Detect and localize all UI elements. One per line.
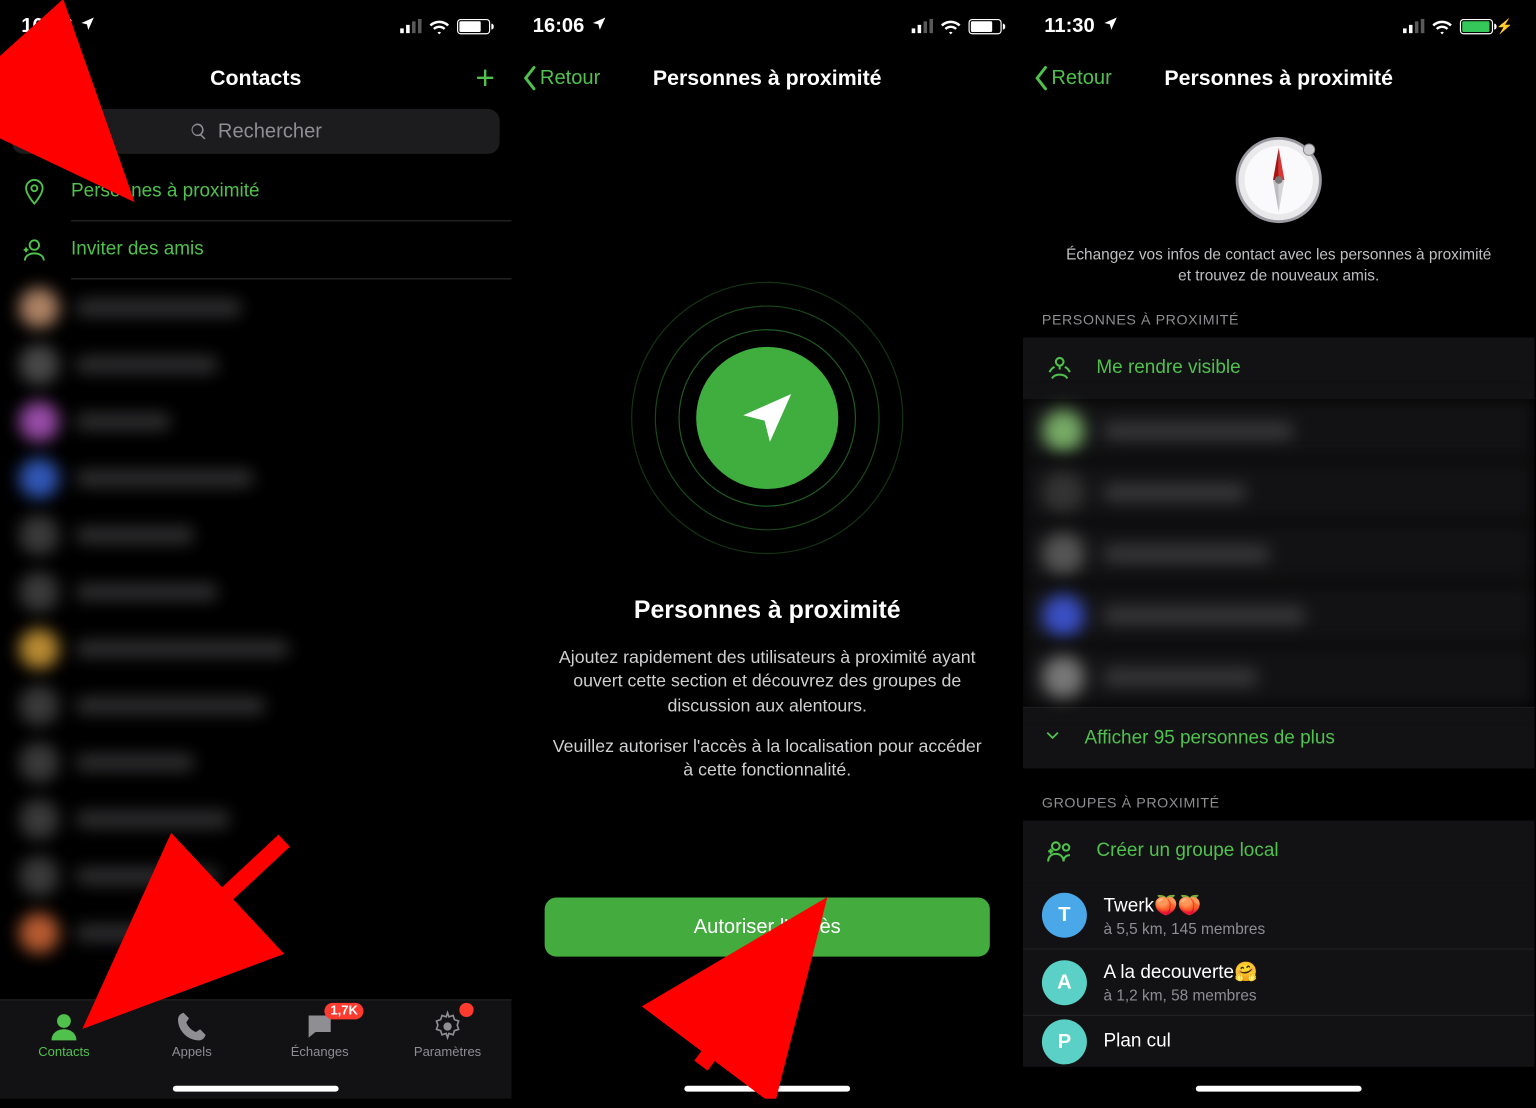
group-avatar: T [1042, 893, 1087, 938]
section-people-header: PERSONNES À PROXIMITÉ [1023, 285, 1534, 337]
people-nearby-row[interactable]: Personnes à proximité [0, 163, 511, 220]
nav-bar: Retour Personnes à proximité [511, 52, 1022, 104]
nearby-heading: Personnes à proximité [634, 597, 901, 625]
page-title: Personnes à proximité [653, 66, 882, 91]
signal-icon [1403, 19, 1424, 33]
settings-badge [459, 1003, 473, 1017]
home-indicator [1196, 1086, 1362, 1092]
group-name: Plan cul [1103, 1031, 1170, 1052]
location-pin-icon [19, 178, 50, 206]
home-indicator [173, 1086, 339, 1092]
group-name: A la decouverte🤗 [1103, 960, 1257, 984]
page-title: Personnes à proximité [1164, 66, 1393, 91]
add-contact-button[interactable]: + [476, 59, 495, 97]
contact-row[interactable] [0, 620, 511, 677]
search-placeholder: Rechercher [218, 120, 322, 144]
chevron-left-icon [1032, 65, 1049, 91]
add-group-icon [1042, 836, 1078, 867]
tab-chats[interactable]: 1,7K Échanges [256, 1000, 384, 1098]
tab-bar: Contacts Appels 1,7K Échanges Paramètres [0, 999, 511, 1098]
group-avatar: P [1042, 1019, 1087, 1064]
contact-row[interactable] [0, 564, 511, 621]
person-location-icon [1042, 353, 1078, 384]
group-sub: à 1,2 km, 58 membres [1103, 986, 1257, 1004]
charging-icon: ⚡ [1495, 18, 1513, 35]
compass-icon [1231, 133, 1326, 228]
status-bar: 11:30 ⚡ [1023, 0, 1534, 52]
signal-icon [400, 19, 421, 33]
show-more-people-row[interactable]: Afficher 95 personnes de plus [1023, 707, 1534, 769]
nearby-desc-1: Ajoutez rapidement des utilisateurs à pr… [547, 646, 987, 718]
chevron-left-icon [521, 65, 538, 91]
contact-row[interactable] [0, 450, 511, 507]
wifi-icon [1432, 18, 1453, 35]
signal-icon [912, 19, 933, 33]
status-bar: 16:06 [0, 0, 511, 52]
nav-bar: Retour Personnes à proximité [1023, 52, 1534, 104]
contact-row[interactable] [0, 905, 511, 962]
group-name: Twerk🍑🍑 [1103, 893, 1265, 917]
nearby-desc-2: Veuillez autoriser l'accès à la localisa… [547, 735, 987, 783]
location-arrow-icon [1102, 14, 1119, 38]
wifi-icon [429, 18, 450, 35]
nearby-person-row[interactable] [1023, 522, 1534, 584]
person-icon [47, 1010, 80, 1043]
contact-row[interactable] [0, 336, 511, 393]
wifi-icon [940, 18, 961, 35]
gear-icon [431, 1010, 464, 1043]
page-title: Contacts [210, 66, 301, 91]
status-time: 16:06 [21, 14, 72, 38]
contact-row[interactable] [0, 734, 511, 791]
tab-settings[interactable]: Paramètres [384, 1000, 512, 1098]
back-button[interactable]: Retour [1032, 65, 1111, 91]
nearby-intro: Échangez vos infos de contact avec les p… [1023, 244, 1534, 286]
status-bar: 16:06 [511, 0, 1022, 52]
search-icon [190, 122, 209, 141]
nearby-person-row[interactable] [1023, 645, 1534, 707]
location-arrow-icon [591, 14, 608, 38]
search-input[interactable]: Rechercher [12, 109, 500, 154]
nearby-group-row[interactable]: P Plan cul [1023, 1015, 1534, 1067]
nav-bar: Contacts + [0, 52, 511, 104]
add-user-icon [19, 236, 50, 264]
home-indicator [684, 1086, 850, 1092]
group-avatar: A [1042, 960, 1087, 1005]
screen-nearby-permission: 16:06 Retour Personnes à proximité Perso… [511, 0, 1022, 1099]
contact-row[interactable] [0, 791, 511, 848]
group-sub: à 5,5 km, 145 membres [1103, 919, 1265, 937]
battery-icon [457, 18, 490, 33]
tab-contacts[interactable]: Contacts [0, 1000, 128, 1098]
chats-badge: 1,7K [324, 1003, 363, 1020]
contact-row[interactable] [0, 677, 511, 734]
nearby-group-row[interactable]: T Twerk🍑🍑 à 5,5 km, 145 membres [1023, 882, 1534, 948]
create-local-group-row[interactable]: Créer un groupe local [1023, 821, 1534, 883]
nearby-person-row[interactable] [1023, 461, 1534, 523]
tab-calls[interactable]: Appels [128, 1000, 256, 1098]
chevron-down-icon [1042, 725, 1063, 752]
contact-row[interactable] [0, 393, 511, 450]
contact-row[interactable] [0, 279, 511, 336]
contact-row[interactable] [0, 507, 511, 564]
location-arrow-icon [80, 14, 97, 38]
allow-access-button[interactable]: Autoriser l'accès [545, 897, 990, 956]
phone-icon [175, 1010, 208, 1043]
screen-nearby-list: 11:30 ⚡ Retour Personnes à proximité Éch [1023, 0, 1534, 1099]
screen-contacts: 16:06 Contacts + Rechercher Personnes à … [0, 0, 511, 1099]
battery-charging-icon [1460, 18, 1493, 33]
back-button[interactable]: Retour [521, 65, 600, 91]
contact-row[interactable] [0, 848, 511, 905]
battery-icon [969, 18, 1002, 33]
nearby-person-row[interactable] [1023, 584, 1534, 646]
nearby-person-row[interactable] [1023, 399, 1534, 461]
make-visible-row[interactable]: Me rendre visible [1023, 338, 1534, 400]
nearby-group-row[interactable]: A A la decouverte🤗 à 1,2 km, 58 membres [1023, 948, 1534, 1014]
section-groups-header: GROUPES À PROXIMITÉ [1023, 769, 1534, 821]
invite-friends-row[interactable]: Inviter des amis [0, 221, 511, 278]
nearby-graphic [619, 270, 915, 566]
